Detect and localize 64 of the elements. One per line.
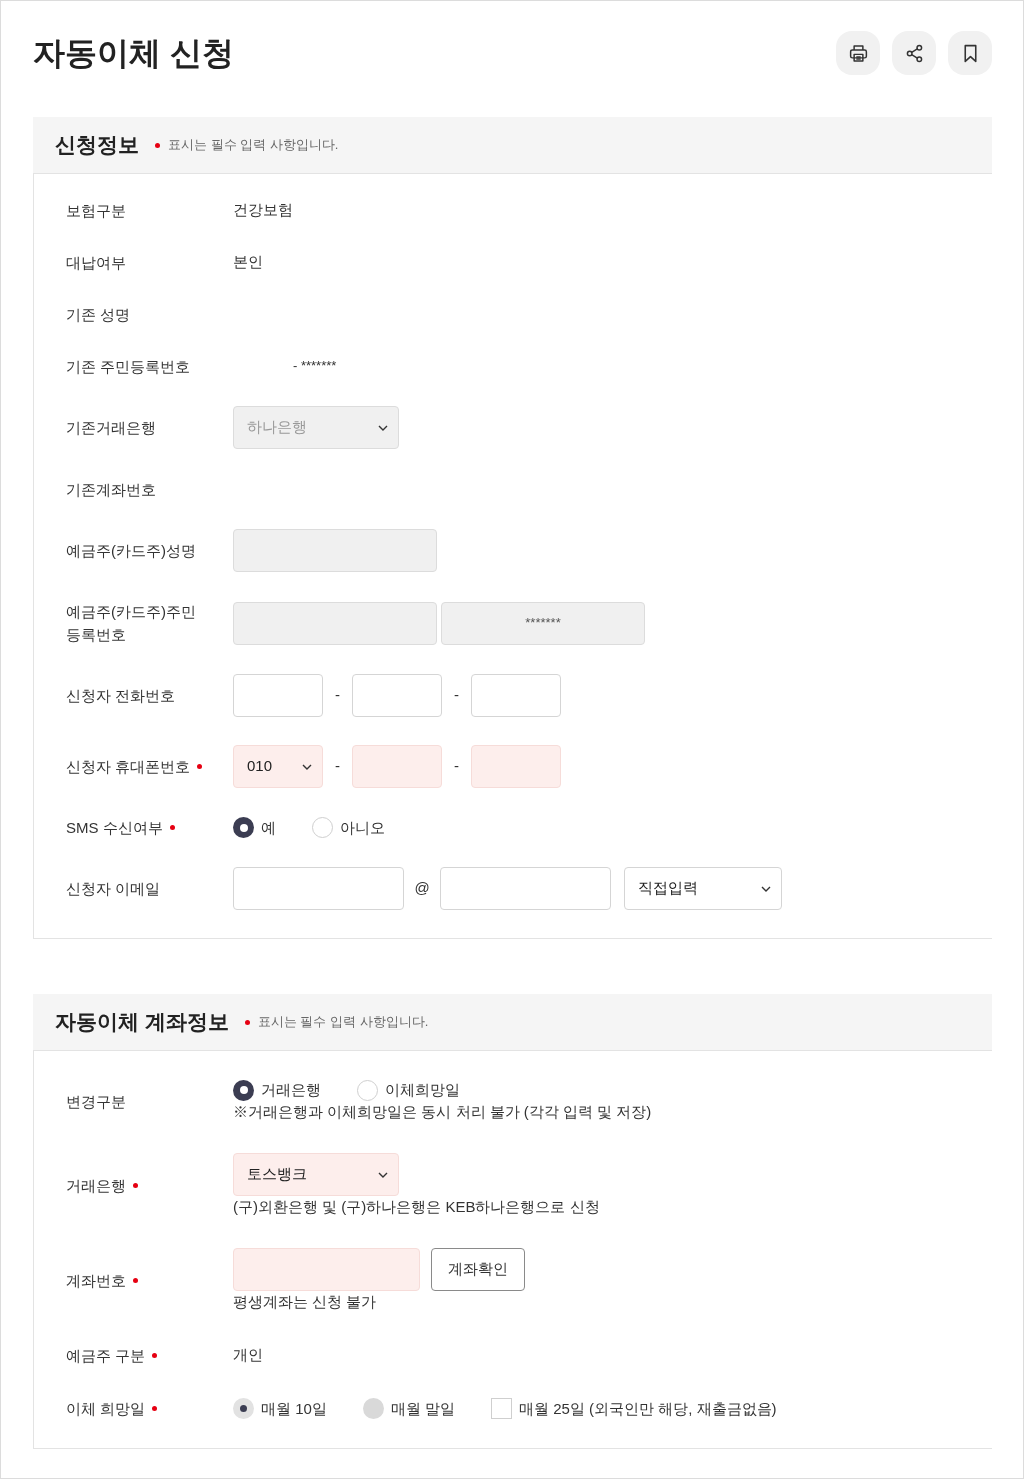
option-label[interactable]: 예 bbox=[261, 816, 276, 839]
radio-button[interactable] bbox=[233, 1079, 254, 1101]
printer-icon bbox=[847, 42, 869, 64]
share-button[interactable] bbox=[892, 31, 936, 75]
help-text: (구)외환은행 및 (구)하나은행은 KEB하나은행으로 신청 bbox=[233, 1197, 600, 1217]
text-field[interactable] bbox=[233, 867, 404, 910]
checkbox[interactable] bbox=[491, 1398, 513, 1419]
field-label: 보험구분 bbox=[66, 200, 126, 221]
text-field[interactable] bbox=[233, 1248, 420, 1291]
section-title: 신청정보 bbox=[55, 132, 139, 159]
field-label: 신청자 이메일 bbox=[66, 879, 161, 899]
option-label[interactable]: 매월 25일 (외국인만 해당, 재출금없음) bbox=[519, 1397, 777, 1420]
chevron-down-icon bbox=[302, 763, 312, 770]
field-label: 예금주(카드주)성명 bbox=[66, 541, 196, 561]
text-field[interactable] bbox=[233, 674, 323, 717]
field-value: 본인 bbox=[233, 252, 263, 272]
field-label: 신청자 휴대폰번호 bbox=[66, 757, 191, 777]
field-label: 신청자 전화번호 bbox=[66, 686, 176, 706]
page-title: 자동이체 신청 bbox=[33, 34, 234, 73]
radio-button[interactable] bbox=[312, 817, 333, 838]
option-label[interactable]: 거래은행 bbox=[261, 1079, 321, 1101]
separator-text: - bbox=[334, 756, 341, 777]
field-label: 예금주(카드주)주민등록번호 bbox=[66, 602, 197, 645]
field-label: 기존거래은행 bbox=[66, 418, 156, 438]
chevron-down-icon bbox=[378, 1171, 388, 1178]
separator-text: - bbox=[334, 685, 341, 706]
dropdown[interactable]: 토스뱅크 bbox=[233, 1153, 399, 1196]
option-label[interactable]: 이체희망일 bbox=[385, 1079, 460, 1101]
field-label: 거래은행 bbox=[66, 1176, 126, 1196]
radio-button[interactable] bbox=[357, 1079, 378, 1101]
separator-text: - bbox=[453, 756, 460, 777]
field-label: 계좌번호 bbox=[66, 1271, 126, 1291]
field-label: 기존계좌번호 bbox=[66, 479, 156, 500]
option-label[interactable]: 아니오 bbox=[340, 816, 385, 839]
separator-text: @ bbox=[413, 878, 431, 899]
field-label: 변경구분 bbox=[66, 1091, 126, 1112]
dropdown[interactable]: 010 bbox=[233, 745, 323, 788]
dropdown[interactable]: 직접입력 bbox=[624, 867, 782, 910]
text-field[interactable] bbox=[471, 745, 561, 788]
radio-button[interactable] bbox=[233, 817, 254, 838]
field-label: 이체 희망일 bbox=[66, 1399, 146, 1419]
field-label: SMS 수신여부 bbox=[66, 818, 163, 838]
bookmark-button[interactable] bbox=[948, 31, 992, 75]
help-text: ※거래은행과 이체희망일은 동시 처리 불가 (각각 입력 및 저장) bbox=[233, 1102, 652, 1122]
text-field[interactable] bbox=[471, 674, 561, 717]
chevron-down-icon bbox=[378, 424, 388, 431]
account-check-button[interactable]: 계좌확인 bbox=[431, 1248, 525, 1291]
text-field[interactable] bbox=[352, 745, 442, 788]
field-label: 기존 주민등록번호 bbox=[66, 356, 191, 377]
help-text: 평생계좌는 신청 불가 bbox=[233, 1292, 378, 1312]
text-field[interactable] bbox=[440, 867, 611, 910]
required-note: 표시는 필수 입력 사항입니다. bbox=[168, 136, 339, 155]
field-value: 건강보험 bbox=[233, 200, 293, 220]
chevron-down-icon bbox=[761, 885, 771, 892]
text-field[interactable] bbox=[352, 674, 442, 717]
required-note: 표시는 필수 입력 사항입니다. bbox=[257, 1013, 429, 1032]
separator-text: - bbox=[453, 685, 460, 706]
field-label: 대납여부 bbox=[66, 252, 126, 273]
field-label: 예금주 구분 bbox=[66, 1345, 146, 1366]
field-value: 개인 bbox=[233, 1345, 263, 1365]
print-button[interactable] bbox=[836, 31, 880, 75]
section-title: 자동이체 계좌정보 bbox=[55, 1009, 229, 1036]
field-label: 기존 성명 bbox=[66, 304, 131, 325]
masked-number: - ******* bbox=[293, 357, 337, 375]
